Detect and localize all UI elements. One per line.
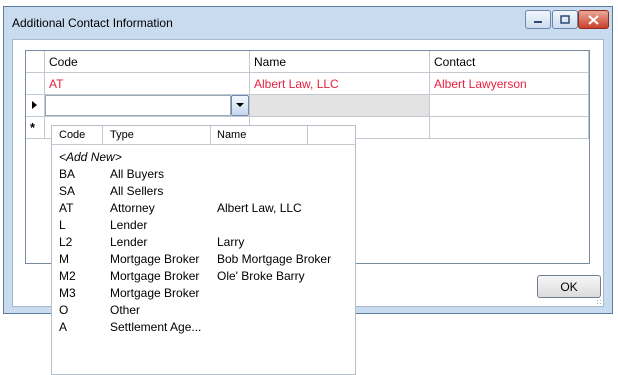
column-header-name[interactable]: Name — [250, 51, 430, 73]
chevron-down-icon — [236, 103, 244, 107]
minimize-icon — [534, 20, 542, 23]
item-type: Mortgage Broker — [110, 286, 200, 300]
item-code: M3 — [59, 286, 76, 300]
dropdown-header: Code Type Name — [52, 126, 355, 145]
dropdown-add-new[interactable]: <Add New> — [52, 149, 355, 166]
code-dropdown-list[interactable]: Code Type Name <Add New> BA All Buyers S… — [51, 125, 356, 375]
item-code: M2 — [59, 269, 76, 283]
item-type: Settlement Age... — [110, 320, 202, 334]
close-button[interactable] — [578, 10, 609, 29]
list-item[interactable]: L2 Lender Larry — [52, 234, 355, 251]
item-type: All Buyers — [110, 167, 165, 181]
list-item[interactable]: L Lender — [52, 217, 355, 234]
add-new-label: <Add New> — [59, 150, 122, 164]
current-row-arrow-icon — [32, 101, 37, 109]
cell-name[interactable]: Albert Law, LLC — [250, 73, 430, 95]
item-code: AT — [59, 201, 74, 215]
row-selector[interactable] — [26, 73, 45, 95]
list-item[interactable]: M Mortgage Broker Bob Mortgage Broker — [52, 251, 355, 268]
cell-code[interactable]: AT — [45, 73, 250, 95]
item-type: Other — [110, 303, 141, 317]
cell-name-editing[interactable] — [250, 95, 430, 117]
cell-contact[interactable]: Albert Lawyerson — [430, 73, 589, 95]
editing-row[interactable] — [26, 95, 589, 117]
grid-header-row: Code Name Contact — [26, 51, 589, 73]
item-type: Attorney — [110, 201, 155, 215]
close-icon — [588, 14, 599, 25]
cell-contact-new[interactable] — [430, 117, 589, 139]
title-bar[interactable]: Additional Contact Information — [4, 7, 612, 39]
row-header-corner — [26, 51, 45, 73]
item-name: Albert Law, LLC — [217, 201, 302, 215]
list-item[interactable]: BA All Buyers — [52, 166, 355, 183]
list-item[interactable]: AT Attorney Albert Law, LLC — [52, 200, 355, 217]
dropdown-header-type: Type — [110, 129, 134, 141]
code-combo-input[interactable] — [45, 95, 231, 116]
item-type: Lender — [110, 235, 148, 249]
item-code: O — [59, 303, 69, 317]
row-selector-new[interactable]: * — [26, 117, 45, 139]
item-type: All Sellers — [110, 184, 164, 198]
ok-button[interactable]: OK — [537, 275, 601, 298]
item-name: Larry — [217, 235, 245, 249]
item-type: Mortgage Broker — [110, 269, 200, 283]
dropdown-header-name: Name — [217, 129, 247, 141]
window-title: Additional Contact Information — [12, 16, 173, 30]
maximize-icon — [560, 15, 570, 24]
code-combo-dropdown-button[interactable] — [231, 95, 249, 116]
dropdown-header-code: Code — [59, 129, 86, 141]
item-type: Lender — [110, 218, 148, 232]
list-item[interactable]: A Settlement Age... — [52, 319, 355, 336]
table-row[interactable]: AT Albert Law, LLC Albert Lawyerson — [26, 73, 589, 95]
item-code: BA — [59, 167, 76, 181]
column-header-contact[interactable]: Contact — [430, 51, 589, 73]
cell-contact-editing[interactable] — [430, 95, 589, 117]
minimize-button[interactable] — [525, 10, 551, 29]
column-header-code[interactable]: Code — [45, 51, 250, 73]
new-row-star-icon: * — [30, 120, 36, 135]
list-item[interactable]: SA All Sellers — [52, 183, 355, 200]
resize-grip-icon[interactable] — [596, 299, 602, 305]
list-item[interactable]: M3 Mortgage Broker — [52, 285, 355, 302]
item-code: M — [59, 252, 69, 266]
item-type: Mortgage Broker — [110, 252, 200, 266]
item-code: SA — [59, 184, 76, 198]
maximize-button[interactable] — [552, 10, 578, 29]
list-item[interactable]: M2 Mortgage Broker Ole' Broke Barry — [52, 268, 355, 285]
item-code: A — [59, 320, 68, 334]
item-code: L — [59, 218, 66, 232]
item-name: Bob Mortgage Broker — [217, 252, 332, 266]
row-selector-current[interactable] — [26, 95, 45, 117]
item-code: L2 — [59, 235, 73, 249]
list-item[interactable]: O Other — [52, 302, 355, 319]
item-name: Ole' Broke Barry — [217, 269, 305, 283]
